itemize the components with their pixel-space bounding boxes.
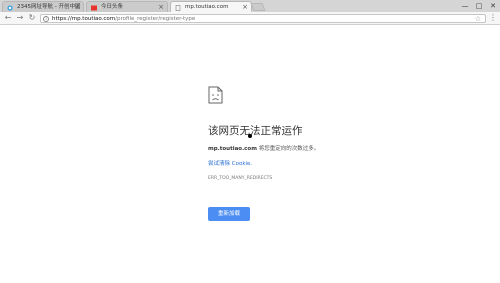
close-window-icon[interactable]: ✕ <box>486 0 500 12</box>
clear-cookie-link[interactable]: 尝试清除 Cookie. <box>208 159 252 167</box>
bookmark-star-icon[interactable]: ☆ <box>475 15 481 23</box>
error-page: 该网页无法正常运作 mp.toutiao.com 将您重定向的次数过多。 尝试清… <box>0 26 500 283</box>
window-controls: — □ ✕ <box>458 0 500 12</box>
tab-toutiao[interactable]: 今日头条 × <box>86 1 168 12</box>
browser-toolbar: ← → ↻ i https://mp.toutiao.com/profile_r… <box>0 12 500 25</box>
close-icon[interactable]: × <box>242 2 248 12</box>
tab-2345[interactable]: 2345网址导航 - 开创中国 × <box>2 1 84 12</box>
tab-strip: 2345网址导航 - 开创中国 × 今日头条 × mp.toutiao.com … <box>0 0 500 12</box>
globe-icon <box>7 5 13 11</box>
sad-page-icon <box>208 86 223 108</box>
toutiao-logo-icon <box>91 5 97 11</box>
new-tab-button[interactable] <box>250 3 266 11</box>
info-icon[interactable]: i <box>43 16 49 22</box>
back-arrow-icon[interactable]: ← <box>3 13 13 23</box>
error-desc-text: 将您重定向的次数过多。 <box>256 146 320 152</box>
address-bar[interactable]: i https://mp.toutiao.com/profile_registe… <box>40 14 486 23</box>
minimize-icon[interactable]: — <box>458 0 472 12</box>
url-host: https://mp.toutiao.com <box>52 16 116 22</box>
menu-icon[interactable]: ⋮ <box>489 13 497 23</box>
url-path: /profile_register/register-type <box>115 16 196 22</box>
reload-button[interactable]: 重新加载 <box>208 207 250 221</box>
close-icon[interactable]: × <box>74 2 80 12</box>
maximize-icon[interactable]: □ <box>472 0 486 12</box>
close-icon[interactable]: × <box>158 2 164 12</box>
error-description: mp.toutiao.com 将您重定向的次数过多。 <box>208 144 319 152</box>
tab-title: 2345网址导航 - 开创中国 <box>17 4 81 10</box>
error-code: ERR_TOO_MANY_REDIRECTS <box>208 176 273 181</box>
error-host: mp.toutiao.com <box>208 146 257 152</box>
tab-title: mp.toutiao.com <box>185 4 229 10</box>
tab-mp-toutiao[interactable]: mp.toutiao.com × <box>170 1 252 12</box>
forward-arrow-icon[interactable]: → <box>15 13 25 23</box>
page-icon <box>175 5 181 11</box>
error-title: 该网页无法正常运作 <box>208 125 303 137</box>
reload-icon[interactable]: ↻ <box>27 13 37 23</box>
url-text: https://mp.toutiao.com/profile_register/… <box>52 15 195 23</box>
mouse-cursor <box>248 134 252 138</box>
tab-title: 今日头条 <box>101 4 124 10</box>
